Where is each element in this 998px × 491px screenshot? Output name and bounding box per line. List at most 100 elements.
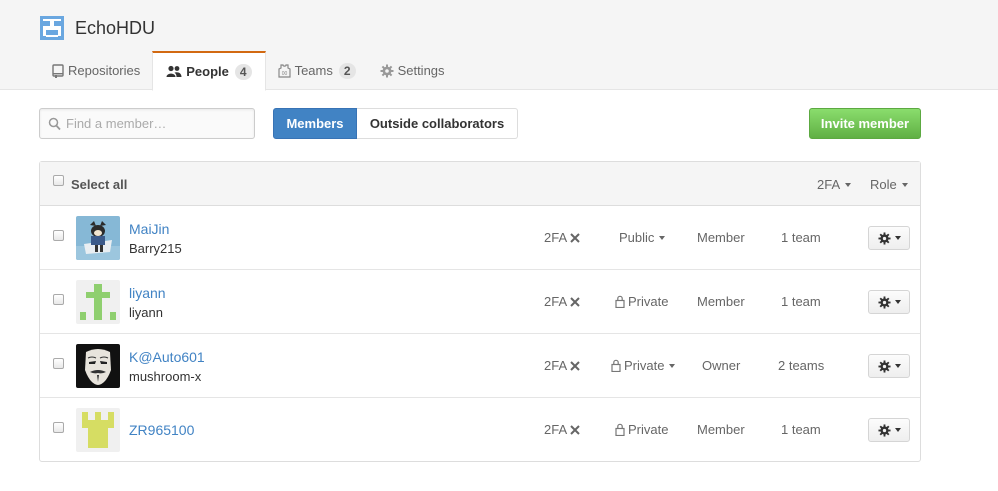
member-role: Member bbox=[697, 294, 745, 309]
member-settings-button[interactable] bbox=[868, 290, 910, 314]
visibility-label: Private bbox=[624, 358, 665, 373]
tab-label: Repositories bbox=[68, 63, 141, 78]
member-role: Member bbox=[697, 230, 745, 245]
avatar[interactable] bbox=[76, 216, 120, 260]
outside-collaborators-button[interactable]: Outside collaborators bbox=[357, 108, 518, 139]
chevron-down-icon bbox=[894, 364, 901, 368]
2fa-label: 2FA bbox=[544, 230, 568, 245]
member-role: Owner bbox=[702, 358, 741, 373]
visibility-dropdown[interactable]: Private bbox=[611, 358, 676, 373]
2fa-label: 2FA bbox=[544, 422, 568, 437]
lock-icon bbox=[615, 423, 625, 436]
org-name[interactable]: EchoHDU bbox=[75, 18, 155, 39]
chevron-down-icon bbox=[669, 363, 676, 368]
member-name-link[interactable]: MaiJin bbox=[129, 221, 169, 237]
gear-icon bbox=[877, 295, 891, 309]
table-row: ZR965100 2FA Private Member 1 team bbox=[40, 398, 920, 462]
gear-icon bbox=[380, 64, 394, 77]
table-row: liyann liyann 2FA Private Member 1 team bbox=[40, 270, 920, 334]
avatar[interactable] bbox=[76, 344, 120, 388]
people-count-badge: 4 bbox=[234, 63, 252, 80]
tab-label: Settings bbox=[397, 63, 445, 78]
members-table: Select all 2FA Role MaiJin Barry215 2FA … bbox=[39, 161, 921, 462]
member-checkbox[interactable] bbox=[53, 422, 64, 433]
2fa-filter-dropdown[interactable]: 2FA bbox=[817, 177, 852, 192]
2fa-status: 2FA bbox=[544, 422, 580, 437]
invite-member-button[interactable]: Invite member bbox=[809, 108, 921, 139]
search-input[interactable] bbox=[66, 110, 250, 137]
role-filter-dropdown[interactable]: Role bbox=[870, 177, 908, 192]
x-icon bbox=[570, 232, 580, 243]
repo-icon bbox=[52, 63, 64, 78]
member-teams-link[interactable]: 1 team bbox=[781, 230, 821, 245]
visibility-label: Private bbox=[628, 294, 669, 309]
yellow-identicon bbox=[76, 408, 120, 452]
member-login: liyann bbox=[129, 305, 163, 320]
visibility-label: Public bbox=[619, 230, 655, 245]
member-name-link[interactable]: liyann bbox=[129, 285, 166, 301]
2fa-label: 2FA bbox=[544, 358, 568, 373]
table-row: MaiJin Barry215 2FA Public Member 1 team bbox=[40, 206, 920, 270]
org-tabs: Repositories People 4 00 Teams 2 Setting… bbox=[40, 51, 457, 91]
org-header: EchoHDU Repositories People 4 00 Teams 2… bbox=[0, 0, 998, 91]
member-checkbox[interactable] bbox=[53, 230, 64, 241]
org-grid-logo-icon bbox=[40, 16, 64, 40]
member-settings-button[interactable] bbox=[868, 418, 910, 442]
tab-people[interactable]: People 4 bbox=[152, 51, 266, 91]
table-row: K@Auto601 mushroom-x 2FA Private Owner 2… bbox=[40, 334, 920, 398]
member-login: mushroom-x bbox=[129, 369, 202, 384]
tab-label: Teams bbox=[294, 63, 333, 78]
member-role: Member bbox=[697, 422, 745, 437]
visibility-status: Private bbox=[615, 422, 668, 437]
table-header: Select all 2FA Role bbox=[40, 162, 920, 206]
member-settings-button[interactable] bbox=[868, 354, 910, 378]
gear-icon bbox=[877, 359, 891, 373]
member-settings-button[interactable] bbox=[868, 226, 910, 250]
cartoon-avatar bbox=[76, 216, 120, 260]
chevron-down-icon bbox=[894, 300, 901, 304]
tab-repositories[interactable]: Repositories bbox=[40, 51, 152, 90]
chevron-down-icon bbox=[845, 182, 852, 187]
chevron-down-icon bbox=[894, 428, 901, 432]
lock-icon bbox=[611, 359, 621, 372]
x-icon bbox=[570, 424, 580, 435]
mask-avatar bbox=[76, 344, 120, 388]
role-filter-label: Role bbox=[870, 177, 897, 192]
2fa-status: 2FA bbox=[544, 294, 580, 309]
jersey-icon: 00 bbox=[277, 63, 291, 78]
tab-settings[interactable]: Settings bbox=[368, 51, 457, 90]
x-icon bbox=[570, 360, 580, 371]
teams-count-badge: 2 bbox=[338, 62, 356, 79]
people-icon bbox=[166, 65, 182, 77]
chevron-down-icon bbox=[894, 236, 901, 240]
2fa-status: 2FA bbox=[544, 358, 580, 373]
member-teams-link[interactable]: 1 team bbox=[781, 294, 821, 309]
search-box bbox=[39, 108, 255, 139]
gear-icon bbox=[877, 423, 891, 437]
member-name-link[interactable]: K@Auto601 bbox=[129, 349, 205, 365]
member-login: Barry215 bbox=[129, 241, 182, 256]
avatar[interactable] bbox=[76, 408, 120, 452]
tab-teams[interactable]: 00 Teams 2 bbox=[266, 51, 368, 90]
member-checkbox[interactable] bbox=[53, 358, 64, 369]
2fa-label: 2FA bbox=[544, 294, 568, 309]
select-all-label: Select all bbox=[71, 177, 128, 192]
member-teams-link[interactable]: 1 team bbox=[781, 422, 821, 437]
member-name-link[interactable]: ZR965100 bbox=[129, 422, 194, 438]
chevron-down-icon bbox=[659, 235, 666, 240]
tab-label: People bbox=[186, 64, 229, 79]
2fa-filter-label: 2FA bbox=[817, 177, 841, 192]
member-checkbox[interactable] bbox=[53, 294, 64, 305]
avatar[interactable] bbox=[76, 280, 120, 324]
member-type-toggle: Members Outside collaborators bbox=[273, 108, 518, 139]
search-icon bbox=[48, 117, 61, 131]
select-all-checkbox[interactable] bbox=[53, 175, 64, 186]
green-identicon bbox=[76, 280, 120, 324]
visibility-status: Private bbox=[615, 294, 668, 309]
member-teams-link[interactable]: 2 teams bbox=[778, 358, 824, 373]
x-icon bbox=[570, 296, 580, 307]
visibility-label: Private bbox=[628, 422, 669, 437]
members-filter-button[interactable]: Members bbox=[273, 108, 357, 139]
visibility-dropdown[interactable]: Public bbox=[619, 230, 666, 245]
svg-text:00: 00 bbox=[281, 71, 287, 77]
